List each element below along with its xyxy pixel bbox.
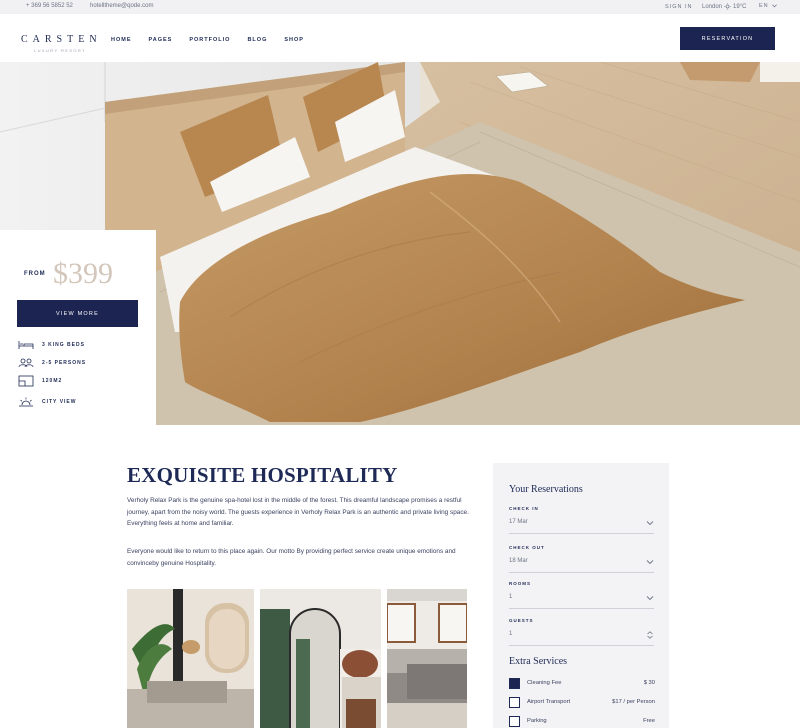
- top-bar: + 369 56 5852 52 hotelltheme@qode.com SI…: [0, 0, 800, 14]
- check-out-value: 18 Mar: [509, 558, 528, 564]
- motto-paragraph: Everyone would like to return to this pl…: [127, 548, 456, 567]
- feature-beds: 3 KING BEDS: [17, 339, 85, 351]
- stepper-arrows-icon[interactable]: [646, 631, 654, 639]
- nav-item-portfolio[interactable]: PORTFOLIO: [189, 37, 230, 43]
- guests-field[interactable]: GUESTS 1: [509, 618, 654, 646]
- service-parking: Parking Free: [509, 716, 655, 728]
- gallery-photo-bathroom[interactable]: [260, 589, 381, 728]
- service-price: $17 / per Person: [612, 699, 655, 705]
- guests-value: 1: [509, 631, 513, 637]
- email-link[interactable]: hotelltheme@qode.com: [90, 3, 153, 9]
- service-name: Airport Transport: [527, 699, 571, 705]
- sun-icon: [724, 3, 731, 10]
- feature-area: 120M2: [17, 375, 62, 387]
- reservation-panel: Your Reservations CHECK IN 17 Mar CHECK …: [493, 463, 669, 728]
- room-photo-gallery: [127, 589, 467, 728]
- service-price: $ 30: [643, 680, 655, 686]
- feature-view: CITY VIEW: [17, 396, 76, 408]
- airport-transport-checkbox[interactable]: [509, 697, 520, 708]
- intro-paragraph: Verholy Relax Park is the genuine spa-ho…: [127, 497, 469, 527]
- chevron-down-icon: [646, 596, 654, 601]
- sun-view-icon: [17, 396, 35, 408]
- site-header: CARSTEN LUXURY RESORT HOME PAGES PORTFOL…: [0, 14, 800, 62]
- logo[interactable]: CARSTEN LUXURY RESORT: [21, 34, 102, 53]
- feature-persons: 2-5 PERSONS: [17, 357, 86, 369]
- service-name: Cleaning Fee: [527, 680, 562, 686]
- price-card: FROM $399 VIEW MORE 3 KING BEDS 2-5 PERS…: [0, 230, 156, 426]
- room-price: $399: [53, 257, 113, 290]
- cleaning-fee-checkbox[interactable]: [509, 678, 520, 689]
- weather-widget: London 19°C: [702, 3, 746, 10]
- language-label: EN: [759, 3, 769, 9]
- logo-name: CARSTEN: [21, 34, 102, 45]
- check-in-label: CHECK IN: [509, 506, 539, 511]
- nav-item-shop[interactable]: SHOP: [284, 37, 304, 43]
- view-more-button[interactable]: VIEW MORE: [17, 300, 138, 327]
- service-name: Parking: [527, 718, 547, 724]
- check-out-field[interactable]: CHECK OUT 18 Mar: [509, 545, 654, 573]
- language-selector[interactable]: EN: [759, 3, 777, 9]
- reservation-button[interactable]: RESERVATION: [680, 27, 775, 50]
- nav-item-home[interactable]: HOME: [111, 37, 132, 43]
- service-cleaning: Cleaning Fee $ 30: [509, 678, 655, 690]
- check-in-field[interactable]: CHECK IN 17 Mar: [509, 506, 654, 534]
- nav-item-pages[interactable]: PAGES: [149, 37, 173, 43]
- feature-beds-label: 3 KING BEDS: [42, 342, 85, 348]
- from-label: FROM: [24, 271, 46, 277]
- weather-city: London: [702, 3, 723, 10]
- area-icon: [17, 375, 35, 387]
- reservation-title: Your Reservations: [509, 484, 583, 495]
- logo-tagline: LUXURY RESORT: [34, 48, 86, 53]
- persons-icon: [17, 357, 35, 369]
- parking-checkbox[interactable]: [509, 716, 520, 727]
- rooms-label: ROOMS: [509, 581, 532, 586]
- nav-item-blog[interactable]: BLOG: [247, 37, 267, 43]
- guests-label: GUESTS: [509, 618, 534, 623]
- phone-number[interactable]: + 369 56 5852 52: [26, 3, 73, 9]
- weather-temp: 19°C: [733, 3, 747, 10]
- gallery-photo-lounge[interactable]: [387, 589, 467, 728]
- gallery-photo-living-room[interactable]: [127, 589, 254, 728]
- feature-area-label: 120M2: [42, 378, 63, 384]
- feature-view-label: CITY VIEW: [42, 399, 77, 405]
- service-price: Free: [643, 718, 655, 724]
- chevron-down-icon: [771, 4, 777, 8]
- feature-persons-label: 2-5 PERSONS: [42, 360, 87, 366]
- check-in-value: 17 Mar: [509, 519, 528, 525]
- rooms-value: 1: [509, 594, 513, 600]
- chevron-down-icon: [646, 521, 654, 526]
- sign-in-link[interactable]: SIGN IN: [665, 4, 692, 10]
- check-out-label: CHECK OUT: [509, 545, 545, 550]
- main-nav: HOME PAGES PORTFOLIO BLOG SHOP: [111, 37, 321, 43]
- section-heading: EXQUISITE HOSPITALITY: [127, 463, 398, 487]
- extra-services-title: Extra Services: [509, 656, 568, 667]
- chevron-down-icon: [646, 560, 654, 565]
- bed-icon: [17, 339, 35, 351]
- rooms-field[interactable]: ROOMS 1: [509, 581, 654, 609]
- service-airport: Airport Transport $17 / per Person: [509, 697, 655, 709]
